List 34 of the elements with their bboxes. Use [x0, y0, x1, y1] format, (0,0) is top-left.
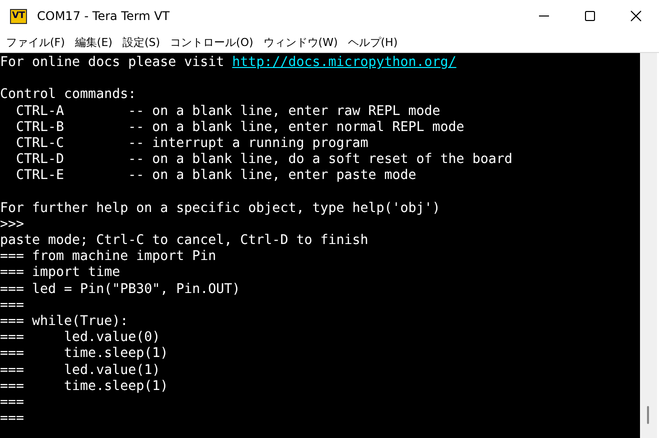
app-icon: VT [10, 8, 27, 24]
window-title: COM17 - Tera Term VT [37, 9, 170, 23]
menu-item[interactable]: ウィンドウ(W) [259, 34, 344, 50]
terminal-line: === [0, 394, 24, 410]
terminal-line: === time.sleep(1) [0, 378, 168, 394]
terminal-line: === while(True): [0, 314, 128, 329]
terminal-line: === led.value(1) [0, 362, 160, 378]
menu-item[interactable]: コントロール(O) [166, 34, 260, 50]
menu-item[interactable]: 編集(E) [70, 34, 118, 50]
maximize-icon [584, 10, 596, 22]
scrollbar-thumb[interactable] [647, 406, 649, 424]
menu-item[interactable]: ファイル(F) [2, 34, 71, 50]
terminal-line: === led.value(0) [0, 330, 160, 346]
terminal-line: >>> [0, 216, 24, 232]
menu-item[interactable]: ヘルプ(H) [344, 34, 404, 50]
terminal-line: === import time [0, 265, 120, 280]
terminal-line: CTRL-C -- interrupt a running program [15, 136, 368, 151]
docs-link[interactable]: http://docs.micropython.org/ [232, 55, 456, 70]
scrollbar[interactable] [640, 53, 657, 438]
terminal-line: === [0, 298, 24, 313]
terminal-line: === [0, 411, 24, 426]
menu-item[interactable]: 設定(S) [118, 34, 166, 50]
terminal-line: For online docs please visit [0, 55, 226, 70]
terminal-line: CTRL-E -- on a blank line, enter paste mode [15, 168, 416, 184]
terminal-line: For further help on a specific object, type help('obj') [0, 200, 440, 216]
terminal-line: CTRL-D -- on a blank line, do a soft reset of the board [15, 152, 512, 168]
terminal-line: === from machine import Pin [0, 249, 216, 264]
terminal-line: === time.sleep(1) [0, 346, 168, 362]
terminal-line: CTRL-B -- on a blank line, enter normal REPL mode [15, 120, 464, 135]
terminal-line: Control commands: [0, 87, 136, 102]
close-icon [630, 10, 642, 22]
terminal-line: === led = Pin("PB30", Pin.OUT) [0, 282, 240, 297]
terminal-line: CTRL-A -- on a blank line, enter raw REPL mode [15, 104, 440, 119]
terminal-line: paste mode; Ctrl-C to cancel, Ctrl-D to finish [0, 233, 368, 248]
